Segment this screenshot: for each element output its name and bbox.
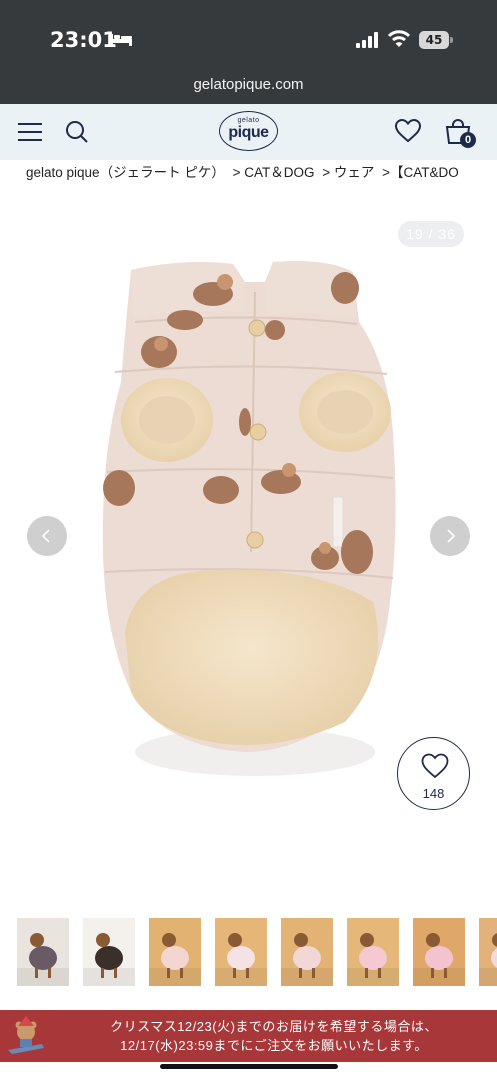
breadcrumb-item-home[interactable]: gelato pique（ジェラート ピケ） [26, 165, 225, 180]
like-button[interactable]: 148 [397, 737, 470, 810]
logo-main-text: pique [228, 124, 269, 141]
thumbnail-8[interactable] [479, 918, 497, 986]
status-bar: 23:01 45 [0, 0, 497, 72]
product-image-pet-vest [102, 261, 396, 776]
gallery-next-button[interactable] [430, 516, 470, 556]
home-indicator[interactable] [160, 1064, 338, 1069]
status-time: 23:01 [50, 28, 117, 52]
bed-icon [110, 34, 132, 46]
hamburger-menu-icon[interactable] [18, 122, 42, 142]
image-counter: 19 / 36 [398, 221, 464, 247]
thumbnail-6[interactable] [347, 918, 399, 986]
favorites-heart-icon[interactable] [395, 119, 421, 143]
signal-icon [356, 32, 378, 48]
gallery-prev-button[interactable] [27, 516, 67, 556]
christmas-delivery-banner: クリスマス12/23(火)までのお届けを希望する場合は、 12/17(水)23:… [0, 1010, 497, 1062]
like-count: 148 [422, 786, 445, 801]
thumbnail-2[interactable] [83, 918, 135, 986]
thumbnail-5[interactable] [281, 918, 333, 986]
thumbnail-strip [0, 918, 497, 988]
wifi-icon [388, 30, 410, 47]
thumbnail-4[interactable] [215, 918, 267, 986]
thumbnail-3[interactable] [149, 918, 201, 986]
banner-message: クリスマス12/23(火)までのお届けを希望する場合は、 12/17(水)23:… [54, 1017, 494, 1055]
battery-level: 45 [419, 31, 449, 49]
thumbnail-1[interactable] [17, 918, 69, 986]
thumbnail-7[interactable] [413, 918, 465, 986]
banner-line-2: 12/17(水)23:59までにご注文をお願いいたします。 [120, 1038, 428, 1053]
breadcrumb-item-product[interactable]: >【CAT&DO [382, 165, 459, 180]
site-header: gelato pique 0 [0, 104, 497, 160]
chevron-left-icon [41, 529, 50, 543]
logo-small-text: gelato [237, 117, 260, 124]
battery-tip [450, 37, 453, 43]
breadcrumb: gelato pique（ジェラート ピケ） > CAT＆DOG > ウェア >… [26, 163, 497, 185]
bear-sled-icon [8, 1016, 44, 1054]
address-bar[interactable]: gelatopique.com [0, 72, 497, 104]
heart-icon [421, 753, 449, 779]
breadcrumb-item-wear[interactable]: > ウェア [322, 165, 374, 180]
gelato-pique-logo[interactable]: gelato pique [219, 111, 278, 151]
cart-count-badge: 0 [460, 132, 476, 148]
chevron-right-icon [447, 529, 456, 543]
banner-line-1: クリスマス12/23(火)までのお届けを希望する場合は、 [110, 1019, 438, 1034]
search-icon[interactable] [65, 120, 89, 144]
breadcrumb-item-catdog[interactable]: > CAT＆DOG [233, 165, 315, 180]
